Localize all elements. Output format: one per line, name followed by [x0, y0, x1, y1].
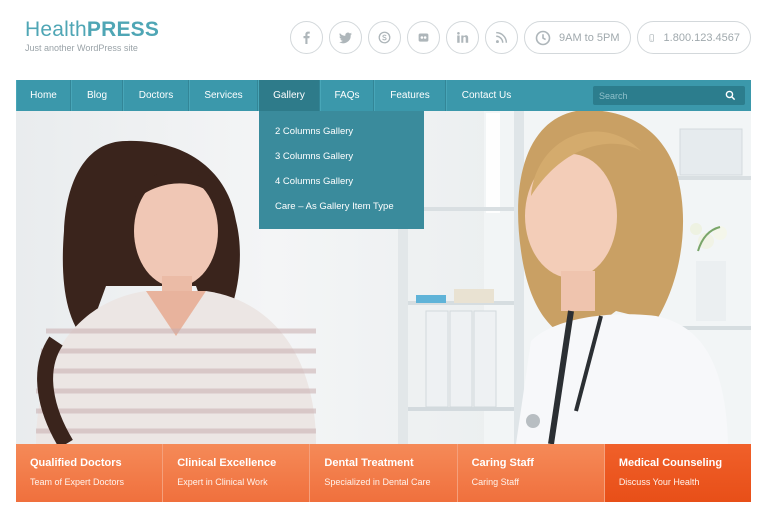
dropdown-item-care-gallery[interactable]: Care – As Gallery Item Type [259, 194, 424, 219]
feature-subtitle: Team of Expert Doctors [30, 477, 125, 487]
feature-title: Dental Treatment [324, 457, 414, 469]
rss-icon[interactable] [485, 21, 518, 54]
feature-title: Qualified Doctors [30, 457, 122, 469]
search-icon[interactable] [725, 90, 736, 101]
dropdown-item-3-columns[interactable]: 3 Columns Gallery [259, 144, 424, 169]
feature-title: Clinical Excellence [177, 457, 277, 469]
main-navigation: Home Blog Doctors Services Gallery FAQs … [16, 80, 751, 111]
hours-text: 9AM to 5PM [559, 31, 620, 44]
feature-strip: Qualified Doctors Team of Expert Doctors… [16, 444, 752, 502]
gallery-dropdown-menu: 2 Columns Gallery 3 Columns Gallery 4 Co… [259, 111, 424, 229]
feature-qualified-doctors[interactable]: Qualified Doctors Team of Expert Doctors [16, 444, 164, 502]
feature-dental-treatment[interactable]: Dental Treatment Specialized in Dental C… [310, 444, 458, 502]
nav-item-faqs[interactable]: FAQs [320, 80, 374, 111]
feature-subtitle: Specialized in Dental Care [324, 477, 431, 487]
nav-item-gallery[interactable]: Gallery [258, 80, 320, 111]
nav-item-services[interactable]: Services [189, 80, 258, 111]
feature-clinical-excellence[interactable]: Clinical Excellence Expert in Clinical W… [163, 444, 311, 502]
social-links [290, 21, 518, 54]
search-box [593, 86, 745, 105]
linkedin-icon[interactable] [446, 21, 479, 54]
phone-text: 1.800.123.4567 [663, 31, 740, 44]
logo-bold: PRESS [86, 18, 160, 41]
feature-caring-staff[interactable]: Caring Staff Caring Staff [457, 444, 605, 502]
facebook-icon[interactable] [290, 21, 323, 54]
office-hours: 9AM to 5PM [524, 21, 631, 54]
feature-subtitle: Caring Staff [471, 477, 519, 487]
search-input[interactable] [593, 90, 723, 101]
feature-subtitle: Expert in Clinical Work [177, 477, 268, 487]
dropdown-item-2-columns[interactable]: 2 Columns Gallery [259, 119, 424, 144]
flickr-icon[interactable] [407, 21, 440, 54]
phone-number[interactable]: 1.800.123.4567 [637, 21, 751, 54]
nav-item-features[interactable]: Features [374, 80, 446, 111]
feature-subtitle: Discuss Your Health [618, 477, 700, 487]
nav-item-contact-us[interactable]: Contact Us [446, 80, 526, 111]
feature-medical-counseling[interactable]: Medical Counseling Discuss Your Health [604, 444, 752, 502]
clock-icon [535, 30, 551, 45]
phone-icon [649, 33, 655, 42]
site-tagline: Just another WordPress site [25, 43, 138, 53]
feature-title: Medical Counseling [618, 457, 723, 469]
logo-light: Health [25, 18, 87, 41]
nav-item-doctors[interactable]: Doctors [123, 80, 189, 111]
dropdown-item-4-columns[interactable]: 4 Columns Gallery [259, 169, 424, 194]
nav-item-home[interactable]: Home [16, 80, 71, 111]
nav-item-blog[interactable]: Blog [71, 80, 123, 111]
skype-icon[interactable] [368, 21, 401, 54]
logo-text[interactable]: HealthPRESS [25, 18, 159, 42]
twitter-icon[interactable] [329, 21, 362, 54]
feature-title: Caring Staff [471, 457, 534, 469]
site-logo[interactable]: HealthPRESS Just another WordPress site [25, 18, 159, 53]
